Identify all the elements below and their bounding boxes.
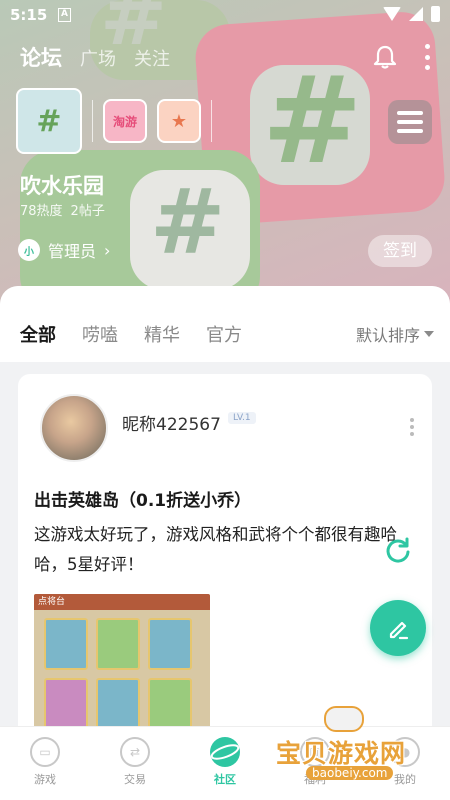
divider bbox=[92, 100, 93, 142]
post-body[interactable]: 这游戏太好玩了，游戏风格和武将个个都很有趣哈哈，5星好评！ bbox=[34, 520, 404, 580]
filter-bar: 全部 唠嗑 精华 官方 默认排序 bbox=[0, 286, 450, 362]
watermark-logo: 宝贝游戏网 baobeiy.com bbox=[276, 706, 426, 786]
filter-tab-featured[interactable]: 精华 bbox=[144, 321, 180, 347]
watermark-text: 宝贝游戏网 bbox=[276, 739, 407, 768]
nav-item-community[interactable]: 社区 bbox=[180, 727, 270, 800]
filter-tab-chat[interactable]: 唠嗑 bbox=[82, 321, 118, 347]
admin-link[interactable]: 小 管理员 › bbox=[18, 238, 110, 262]
admin-label: 管理员 bbox=[48, 242, 97, 261]
write-post-button[interactable] bbox=[370, 600, 426, 656]
planet-icon bbox=[210, 737, 240, 767]
sort-dropdown[interactable]: 默认排序 bbox=[356, 322, 434, 346]
pencil-icon bbox=[389, 621, 409, 640]
status-bar: 5:15 A bbox=[0, 0, 450, 32]
hashtag-icon: # bbox=[150, 170, 226, 275]
nav-label: 交易 bbox=[124, 773, 146, 786]
signin-button[interactable]: 签到 bbox=[368, 235, 432, 267]
post-author-name[interactable]: 昵称422567 bbox=[122, 410, 221, 435]
post-image[interactable]: 点将台 bbox=[34, 594, 210, 726]
circle-thumbnails: # 淘游 ★ bbox=[16, 88, 212, 154]
hero-card bbox=[96, 618, 140, 670]
system-icons bbox=[383, 6, 440, 22]
nav-item-games[interactable]: ▭ 游戏 bbox=[0, 727, 90, 800]
avatar[interactable] bbox=[40, 394, 108, 462]
chevron-right-icon: › bbox=[104, 240, 111, 260]
circle-name: 吹水乐园 bbox=[20, 174, 104, 198]
battery-icon bbox=[431, 6, 440, 22]
exchange-icon: ⇄ bbox=[120, 737, 150, 767]
wifi-icon bbox=[383, 7, 401, 21]
circle-stats: 78热度 2帖子 bbox=[20, 200, 105, 219]
sort-label: 默认排序 bbox=[355, 326, 420, 345]
refresh-icon bbox=[386, 537, 410, 563]
hashtag-icon: # bbox=[262, 52, 363, 191]
top-nav: 论坛 广场 关注 bbox=[20, 42, 170, 72]
filter-tab-all[interactable]: 全部 bbox=[20, 321, 56, 347]
post-card[interactable]: 昵称422567 LV.1 出击英雄岛（0.1折送小乔） 这游戏太好玩了，游戏风… bbox=[18, 374, 432, 726]
hero-card bbox=[44, 678, 88, 726]
post-image-caption: 点将台 bbox=[34, 594, 210, 610]
divider bbox=[211, 100, 212, 142]
hero-card bbox=[148, 618, 192, 670]
bell-icon[interactable] bbox=[372, 44, 398, 70]
hero-card bbox=[148, 678, 192, 726]
circle-thumbnail-badge[interactable]: ★ bbox=[157, 99, 201, 143]
nav-label: 游戏 bbox=[34, 773, 56, 786]
filter-tab-official[interactable]: 官方 bbox=[206, 321, 242, 347]
more-options-icon[interactable] bbox=[420, 44, 434, 70]
admin-avatar: 小 bbox=[18, 239, 40, 261]
circle-header: # # # 5:15 A 论坛 广场 关注 # 淘游 ★ 吹水乐园 78热度 2… bbox=[0, 0, 450, 310]
hero-card bbox=[44, 618, 88, 670]
tab-following[interactable]: 关注 bbox=[134, 45, 170, 71]
notification-icon: A bbox=[58, 8, 71, 22]
heat-count: 78热度 bbox=[20, 204, 63, 219]
hero-card bbox=[96, 678, 140, 726]
circle-thumbnail-hashtag[interactable]: # bbox=[16, 88, 82, 154]
signal-icon bbox=[409, 7, 423, 21]
nav-label: 社区 bbox=[214, 773, 236, 786]
filter-tabs: 全部 唠嗑 精华 官方 bbox=[20, 321, 242, 347]
watermark-url: baobeiy.com bbox=[306, 766, 394, 780]
post-list-panel: 全部 唠嗑 精华 官方 默认排序 昵称422567 LV.1 出击英雄岛（0.1… bbox=[0, 286, 450, 726]
menu-icon[interactable] bbox=[388, 100, 432, 144]
status-time: 5:15 bbox=[10, 6, 48, 24]
circle-thumbnail-taoyou[interactable]: 淘游 bbox=[103, 99, 147, 143]
caret-down-icon bbox=[424, 331, 434, 337]
tab-square[interactable]: 广场 bbox=[80, 45, 116, 71]
refresh-button[interactable] bbox=[376, 528, 420, 572]
post-more-icon[interactable] bbox=[410, 418, 414, 436]
post-title[interactable]: 出击英雄岛（0.1折送小乔） bbox=[34, 486, 251, 511]
tab-forum[interactable]: 论坛 bbox=[20, 42, 62, 72]
gamepad-icon bbox=[324, 706, 364, 732]
level-badge: LV.1 bbox=[228, 412, 256, 424]
post-count: 2帖子 bbox=[70, 204, 105, 219]
gamepad-icon: ▭ bbox=[30, 737, 60, 767]
nav-item-trade[interactable]: ⇄ 交易 bbox=[90, 727, 180, 800]
hero-card-grid bbox=[34, 610, 210, 726]
